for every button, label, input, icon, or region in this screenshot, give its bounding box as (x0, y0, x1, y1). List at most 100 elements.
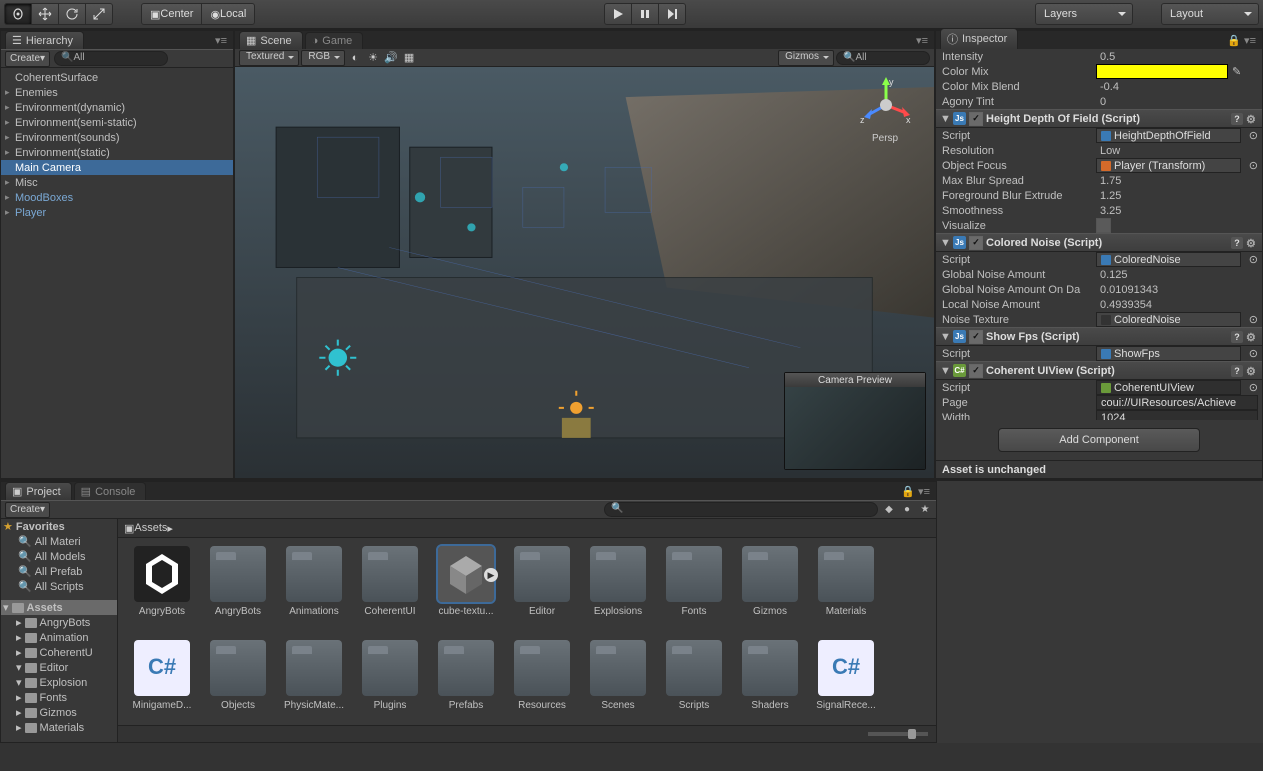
scene-audio-icon[interactable]: 🔊 (383, 51, 399, 65)
component-gear-icon[interactable]: ⚙ (1246, 237, 1258, 249)
component-header[interactable]: ▼Js✓Colored Noise (Script)?⚙ (936, 233, 1262, 252)
component-help-icon[interactable]: ? (1231, 365, 1243, 377)
project-menu-icon[interactable]: 🔒 ▾≡ (895, 483, 936, 500)
hierarchy-search[interactable]: 🔍All (54, 51, 168, 66)
object-picker-icon[interactable]: ⊙ (1245, 313, 1262, 326)
asset-item[interactable]: Scenes (582, 640, 654, 725)
pivot-center-button[interactable]: ▣ Center (141, 3, 202, 25)
console-tab[interactable]: ▤ Console (74, 482, 147, 500)
asset-item[interactable]: ▶cube-textu... (430, 546, 502, 636)
hierarchy-item[interactable]: ▸Environment(static) (1, 145, 233, 160)
object-picker-icon[interactable]: ⊙ (1245, 381, 1262, 394)
tree-item[interactable]: ▸ Animation (1, 630, 117, 645)
color-swatch[interactable] (1096, 64, 1228, 79)
component-help-icon[interactable]: ? (1231, 237, 1243, 249)
tree-item[interactable]: ▸ AngryBots (1, 615, 117, 630)
tree-item[interactable]: 🔍 All Materi (1, 534, 117, 549)
component-foldout-icon[interactable]: ▼ (940, 365, 950, 377)
foldout-icon[interactable]: ▸ (5, 87, 15, 98)
hierarchy-item[interactable]: ▸Player (1, 205, 233, 220)
tree-item[interactable]: ▾ Assets (1, 600, 117, 615)
scene-render-dropdown[interactable]: Textured (239, 50, 299, 66)
asset-item[interactable]: Materials (810, 546, 882, 636)
foldout-icon[interactable]: ▸ (5, 177, 15, 188)
component-help-icon[interactable]: ? (1231, 113, 1243, 125)
asset-item[interactable]: Shaders (734, 640, 806, 725)
hierarchy-tab[interactable]: ☰ Hierarchy (5, 31, 84, 49)
game-tab[interactable]: ◑ Game (305, 32, 364, 49)
hierarchy-create-dropdown[interactable]: Create ▾ (5, 51, 50, 67)
object-field[interactable]: ColoredNoise (1096, 252, 1241, 267)
hand-tool[interactable] (4, 3, 32, 25)
foldout-icon[interactable]: ▸ (5, 102, 15, 113)
inspector-lock-icon[interactable]: 🔒 ▾≡ (1221, 32, 1262, 49)
tree-item[interactable]: ★ Favorites (1, 519, 117, 534)
asset-item[interactable]: CoherentUI (354, 546, 426, 636)
component-gear-icon[interactable]: ⚙ (1246, 365, 1258, 377)
component-foldout-icon[interactable]: ▼ (940, 237, 950, 249)
object-picker-icon[interactable]: ⊙ (1245, 159, 1262, 172)
asset-item[interactable]: Fonts (658, 546, 730, 636)
project-tab[interactable]: ▣ Project (5, 482, 72, 500)
object-field[interactable]: Player (Transform) (1096, 158, 1241, 173)
pivot-local-button[interactable]: ◉ Local (201, 3, 255, 25)
component-gear-icon[interactable]: ⚙ (1246, 113, 1258, 125)
object-picker-icon[interactable]: ⊙ (1245, 129, 1262, 142)
object-field[interactable]: ShowFps (1096, 346, 1241, 361)
asset-item[interactable]: Explosions (582, 546, 654, 636)
tree-item[interactable]: ▸ Gizmos (1, 705, 117, 720)
component-enable-checkbox[interactable]: ✓ (969, 236, 983, 250)
asset-item[interactable]: Resources (506, 640, 578, 725)
eyedropper-icon[interactable]: ✎ (1228, 65, 1245, 78)
inspector-tab[interactable]: ⓘ Inspector (940, 28, 1018, 49)
asset-item[interactable]: AngryBots (126, 546, 198, 636)
asset-item[interactable]: Prefabs (430, 640, 502, 725)
move-tool[interactable] (31, 3, 59, 25)
text-input[interactable]: 1024 (1096, 410, 1258, 420)
asset-item[interactable]: PhysicMate... (278, 640, 350, 725)
foldout-icon[interactable]: ▸ (5, 147, 15, 158)
project-create-dropdown[interactable]: Create ▾ (5, 502, 50, 518)
tree-item[interactable]: 🔍 All Models (1, 549, 117, 564)
scale-tool[interactable] (85, 3, 113, 25)
scene-fx-icon[interactable]: ▦ (401, 51, 417, 65)
hierarchy-menu-icon[interactable]: ▾≡ (209, 32, 233, 49)
layers-dropdown[interactable]: Layers (1035, 3, 1133, 25)
tree-item[interactable]: ▸ Fonts (1, 690, 117, 705)
component-header[interactable]: ▼Js✓Show Fps (Script)?⚙ (936, 327, 1262, 346)
pause-button[interactable] (631, 3, 659, 25)
asset-item[interactable]: C#MinigameD... (126, 640, 198, 725)
component-gear-icon[interactable]: ⚙ (1246, 331, 1258, 343)
axis-gizmo[interactable]: yxz Persp (856, 75, 916, 135)
object-picker-icon[interactable]: ⊙ (1245, 253, 1262, 266)
asset-item[interactable]: Animations (278, 546, 350, 636)
tree-item[interactable]: ▾ Explosion (1, 675, 117, 690)
object-picker-icon[interactable]: ⊙ (1245, 347, 1262, 360)
hierarchy-item[interactable]: ▸Enemies (1, 85, 233, 100)
component-foldout-icon[interactable]: ▼ (940, 113, 950, 125)
component-foldout-icon[interactable]: ▼ (940, 331, 950, 343)
project-search[interactable]: 🔍 (604, 502, 878, 517)
foldout-icon[interactable]: ▸ (5, 117, 15, 128)
scene-search[interactable]: 🔍All (836, 51, 930, 65)
play-button[interactable] (604, 3, 632, 25)
tree-item[interactable]: 🔍 All Scripts (1, 579, 117, 594)
scene-gizmos-dropdown[interactable]: Gizmos (778, 50, 834, 66)
hierarchy-item[interactable]: ▸Environment(dynamic) (1, 100, 233, 115)
component-help-icon[interactable]: ? (1231, 331, 1243, 343)
asset-item[interactable]: C#SignalRece... (810, 640, 882, 725)
tree-item[interactable]: ▾ Editor (1, 660, 117, 675)
object-field[interactable]: HeightDepthOfField (1096, 128, 1241, 143)
foldout-icon[interactable]: ▸ (5, 192, 15, 203)
hierarchy-item[interactable]: ▸MoodBoxes (1, 190, 233, 205)
scene-tab[interactable]: ▦ Scene (239, 31, 303, 49)
tree-item[interactable]: ▸ CoherentU (1, 645, 117, 660)
component-header[interactable]: ▼Js✓Height Depth Of Field (Script)?⚙ (936, 109, 1262, 128)
scene-rgb-dropdown[interactable]: RGB (301, 50, 345, 66)
tree-item[interactable]: ▸ Materials (1, 720, 117, 735)
component-enable-checkbox[interactable]: ✓ (969, 112, 983, 126)
scene-light-icon[interactable]: ☀ (365, 51, 381, 65)
step-button[interactable] (658, 3, 686, 25)
object-field[interactable]: ColoredNoise (1096, 312, 1241, 327)
scene-menu-icon[interactable]: ▾≡ (910, 32, 934, 49)
